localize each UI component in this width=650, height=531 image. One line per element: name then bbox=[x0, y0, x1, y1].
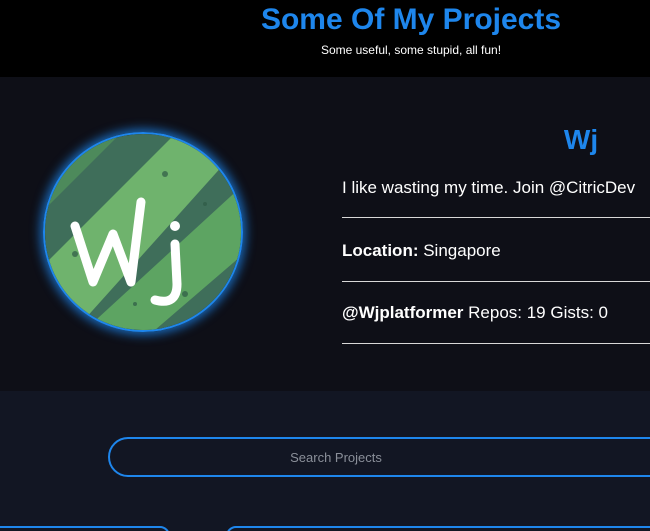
profile-section: Wj I like wasting my time. Join @CitricD… bbox=[0, 77, 650, 391]
search-section bbox=[0, 391, 650, 531]
page: Some Of My Projects Some useful, some st… bbox=[0, 0, 650, 531]
project-card[interactable] bbox=[226, 526, 650, 531]
project-card[interactable] bbox=[0, 526, 170, 531]
profile-username-link[interactable]: @Wjplatformer bbox=[342, 303, 463, 322]
profile-name: Wj bbox=[563, 124, 599, 155]
page-subtitle: Some useful, some stupid, all fun! bbox=[320, 43, 502, 57]
location-label: Location: bbox=[342, 241, 419, 260]
repo-gist-counts: Repos: 19 Gists: 0 bbox=[463, 303, 608, 322]
profile-location: Location: Singapore bbox=[342, 240, 650, 262]
divider bbox=[342, 217, 650, 218]
divider bbox=[342, 343, 650, 344]
wj-logo-avatar-icon bbox=[45, 134, 241, 330]
profile-stats: @Wjplatformer Repos: 19 Gists: 0 bbox=[342, 302, 650, 324]
avatar bbox=[43, 132, 243, 332]
divider bbox=[342, 281, 650, 282]
page-header: Some Of My Projects Some useful, some st… bbox=[0, 0, 650, 77]
search-input[interactable] bbox=[108, 437, 650, 477]
profile-bio: I like wasting my time. Join @CitricDev bbox=[342, 178, 636, 197]
location-value: Singapore bbox=[418, 241, 501, 260]
page-title: Some Of My Projects bbox=[260, 3, 562, 36]
